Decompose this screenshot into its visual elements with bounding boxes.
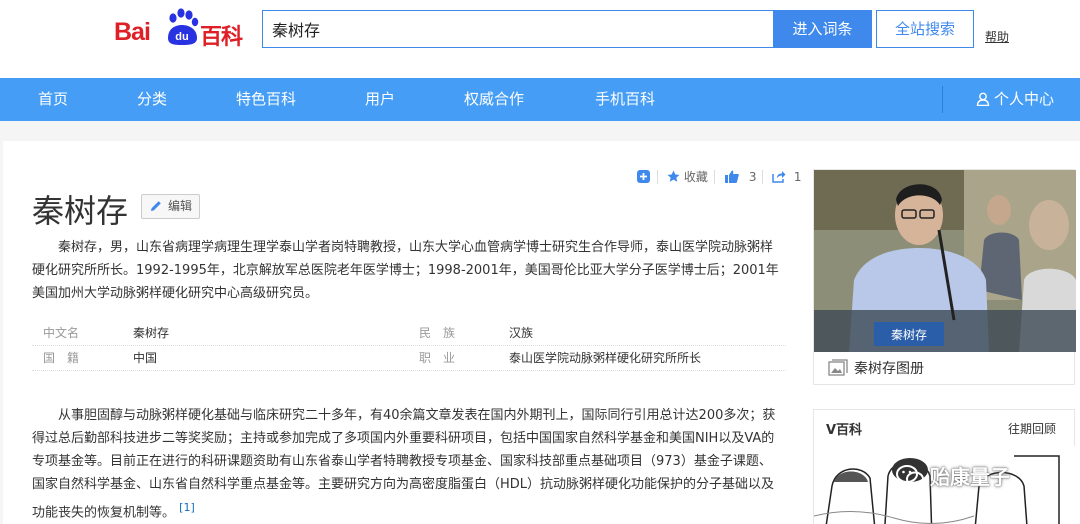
info-row: 中文名 秦树存 民 族 汉族	[32, 321, 786, 346]
nav-item-featured[interactable]: 特色百科	[236, 78, 296, 121]
info-value: 汉族	[509, 326, 534, 340]
help-link[interactable]: 帮助	[985, 28, 1009, 45]
info-value: 泰山医学院动脉粥样硬化研究所所长	[509, 351, 702, 365]
wechat-watermark: 贻康量子	[896, 461, 1010, 490]
collect-label: 收藏	[683, 170, 708, 184]
thumbs-up-icon	[725, 170, 739, 183]
nav-divider	[942, 86, 943, 113]
nav-item-partners[interactable]: 权威合作	[464, 78, 524, 121]
search-all-button[interactable]: 全站搜索	[876, 10, 974, 48]
portrait-photo[interactable]: 秦树存	[814, 170, 1076, 352]
main-nav: 首页 分类 特色百科 用户 权威合作 手机百科 个人中心	[0, 78, 1080, 121]
nav-item-users[interactable]: 用户	[365, 78, 395, 121]
collect-button[interactable]: 收藏	[667, 168, 708, 186]
share-count: 1	[793, 170, 802, 184]
edit-button[interactable]: 编辑	[141, 194, 200, 219]
like-button[interactable]: 3	[725, 168, 756, 186]
reference-link[interactable]: [1]	[179, 501, 195, 514]
nav-item-category[interactable]: 分类	[137, 78, 167, 121]
vbaike-history-link[interactable]: 往期回顾	[1008, 420, 1056, 437]
tool-divider	[657, 170, 658, 184]
info-key: 中文名	[43, 326, 80, 340]
like-count: 3	[748, 170, 757, 184]
image-icon	[828, 359, 848, 376]
pencil-icon	[151, 201, 161, 211]
logo-bai-text: Bai	[114, 18, 151, 46]
nav-item-mobile[interactable]: 手机百科	[595, 78, 655, 121]
paw-icon: du	[168, 8, 199, 45]
user-center-link[interactable]: 个人中心	[976, 78, 1054, 121]
add-icon[interactable]	[637, 168, 650, 186]
info-value: 中国	[133, 351, 158, 365]
page-title: 秦树存	[32, 192, 129, 230]
nav-item-home[interactable]: 首页	[38, 78, 68, 121]
info-key: 国 籍	[43, 351, 80, 365]
logo-du-text: du	[175, 31, 188, 43]
info-key: 职 业	[419, 351, 456, 365]
user-icon	[976, 92, 990, 107]
body-paragraph: 从事胆固醇与动脉粥样硬化基础与临床研究二十多年，有40余篇文章发表在国内外期刊上…	[32, 404, 784, 524]
tool-divider	[714, 170, 715, 184]
nameplate-text: 秦树存	[891, 327, 927, 342]
info-key: 民 族	[419, 326, 456, 340]
star-icon	[667, 170, 680, 182]
header-bar: Bai du 百科 进入词条 全站搜索 帮助	[0, 0, 1080, 78]
album-link[interactable]: 秦树存图册	[828, 357, 924, 381]
share-button[interactable]: 1	[772, 168, 801, 186]
summary-pic-card[interactable]: 秦树存 秦树存图册	[813, 169, 1076, 385]
body-text: 从事胆固醇与动脉粥样硬化基础与临床研究二十多年，有40余篇文章发表在国内外期刊上…	[32, 408, 776, 521]
user-center-label: 个人中心	[994, 90, 1055, 108]
album-label: 秦树存图册	[854, 361, 924, 377]
info-row: 国 籍 中国 职 业 泰山医学院动脉粥样硬化研究所所长	[32, 346, 786, 371]
vbaike-title: V百科	[826, 423, 863, 438]
basic-info-table: 中文名 秦树存 民 族 汉族 国 籍 中国 职 业 泰山医学院动脉粥样硬化研究所…	[32, 321, 786, 371]
baidu-baike-logo[interactable]: Bai du 百科	[114, 6, 246, 50]
watermark-text: 贻康量子	[930, 465, 1010, 489]
logo-baike-text: 百科	[200, 25, 243, 50]
lemma-summary: 秦树存，男，山东省病理学病理生理学泰山学者岗特聘教授，山东大学心血管病学博士研究…	[32, 240, 779, 301]
info-value: 秦树存	[133, 326, 170, 340]
tool-divider	[762, 170, 763, 184]
search-input[interactable]	[262, 10, 774, 48]
share-icon	[772, 171, 786, 183]
enter-entry-button[interactable]: 进入词条	[773, 10, 872, 48]
wechat-icon	[896, 465, 924, 487]
edit-label: 编辑	[168, 199, 193, 213]
